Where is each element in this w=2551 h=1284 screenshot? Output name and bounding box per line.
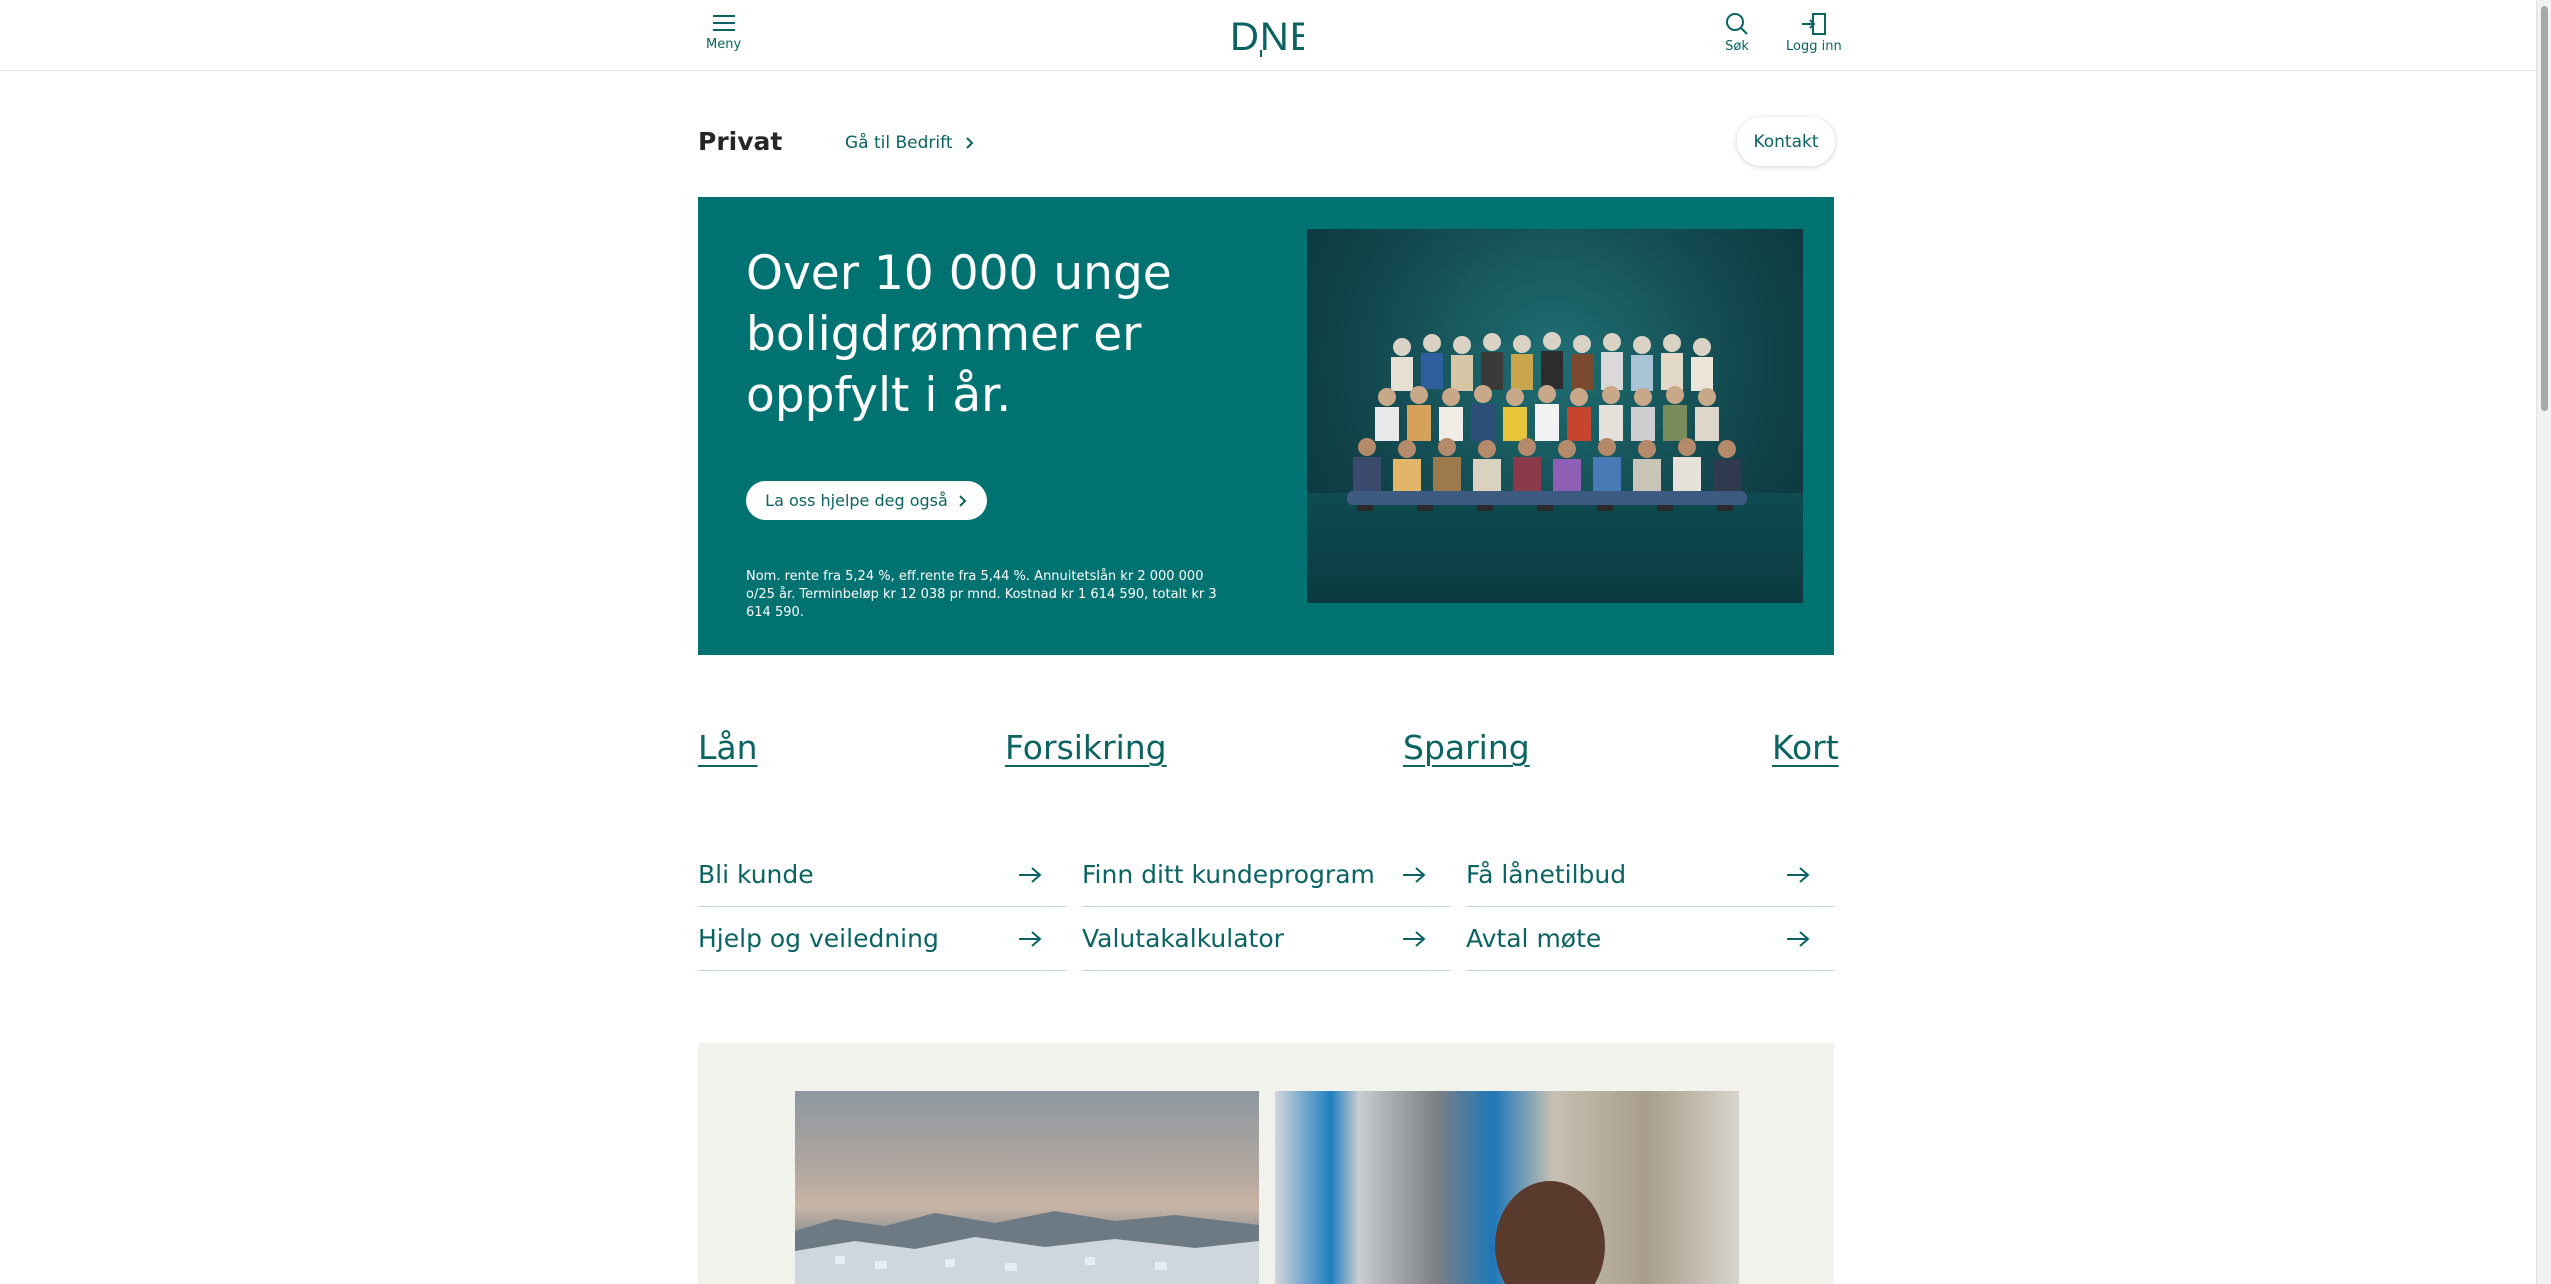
logo-text: DNB: [1230, 15, 1304, 58]
arrow-right-icon: [1786, 866, 1810, 884]
search-icon: [1726, 13, 1748, 35]
quick-link-bli-kunde[interactable]: Bli kunde: [698, 843, 1066, 907]
login-label: Logg inn: [1786, 39, 1842, 54]
winter-landscape-image[interactable]: [795, 1091, 1259, 1284]
quick-link-label: Valutakalkulator: [1082, 924, 1284, 953]
quick-link-avtal-mote[interactable]: Avtal møte: [1466, 907, 1834, 971]
contact-button[interactable]: Kontakt: [1737, 117, 1835, 166]
menu-icon: [712, 15, 735, 31]
site-header: Meny DNB Søk Logg inn: [0, 0, 2536, 71]
group-people-illustration: [1347, 332, 1747, 511]
arrow-right-icon: [1018, 930, 1042, 948]
login-button[interactable]: Logg inn: [1786, 12, 1842, 54]
quick-link-kundeprogram[interactable]: Finn ditt kundeprogram: [1082, 843, 1450, 907]
goto-bedrift-label: Gå til Bedrift: [845, 133, 953, 153]
segment-title: Privat: [698, 127, 783, 156]
chevron-right-icon: [965, 137, 973, 149]
page: Meny DNB Søk Logg inn Privat G: [0, 0, 2551, 1284]
winter-town-illustration: [795, 1211, 1259, 1284]
category-kort-link[interactable]: Kort: [1772, 728, 1839, 767]
menu-label: Meny: [706, 37, 742, 52]
quick-link-label: Finn ditt kundeprogram: [1082, 860, 1375, 889]
quick-link-hjelp[interactable]: Hjelp og veiledning: [698, 907, 1066, 971]
hero-title: Over 10 000 unge boligdrømmer er oppfylt…: [746, 246, 1172, 423]
hero-fine-print: Nom. rente fra 5,24 %, eff.rente fra 5,4…: [746, 569, 1217, 620]
quick-link-lanetilbud[interactable]: Få lånetilbud: [1466, 843, 1834, 907]
dnb-logo[interactable]: DNB: [1228, 10, 1316, 59]
login-icon: [1801, 13, 1826, 35]
hero-banner: Over 10 000 unge boligdrømmer er oppfylt…: [698, 197, 1834, 655]
arrow-right-icon: [1786, 930, 1810, 948]
quick-link-label: Avtal møte: [1466, 924, 1602, 953]
hero-cta-label: La oss hjelpe deg også: [765, 491, 948, 510]
category-sparing-link[interactable]: Sparing: [1403, 728, 1530, 767]
chevron-right-icon: [959, 494, 967, 507]
girl-portrait-image[interactable]: [1275, 1091, 1739, 1284]
category-lan-link[interactable]: Lån: [698, 728, 758, 767]
dnb-logo-mark: DNB: [1230, 15, 1316, 59]
quick-link-valutakalkulator[interactable]: Valutakalkulator: [1082, 907, 1450, 971]
scrollbar-thumb[interactable]: [2541, 6, 2548, 411]
quick-link-label: Hjelp og veiledning: [698, 924, 939, 953]
category-forsikring-link[interactable]: Forsikring: [1005, 728, 1167, 767]
quick-link-label: Få lånetilbud: [1466, 860, 1627, 889]
goto-bedrift-link[interactable]: Gå til Bedrift: [845, 133, 975, 153]
hero-group-photo: [1307, 229, 1803, 603]
hero-cta-button[interactable]: La oss hjelpe deg også: [746, 481, 987, 520]
arrow-right-icon: [1402, 866, 1426, 884]
search-label: Søk: [1725, 39, 1749, 54]
quick-link-label: Bli kunde: [698, 860, 814, 889]
girl-face: [1495, 1181, 1605, 1284]
menu-button[interactable]: Meny: [706, 12, 741, 52]
search-button[interactable]: Søk: [1724, 12, 1750, 54]
arrow-right-icon: [1018, 866, 1042, 884]
page-scrollbar[interactable]: [2536, 0, 2551, 1284]
arrow-right-icon: [1402, 930, 1426, 948]
